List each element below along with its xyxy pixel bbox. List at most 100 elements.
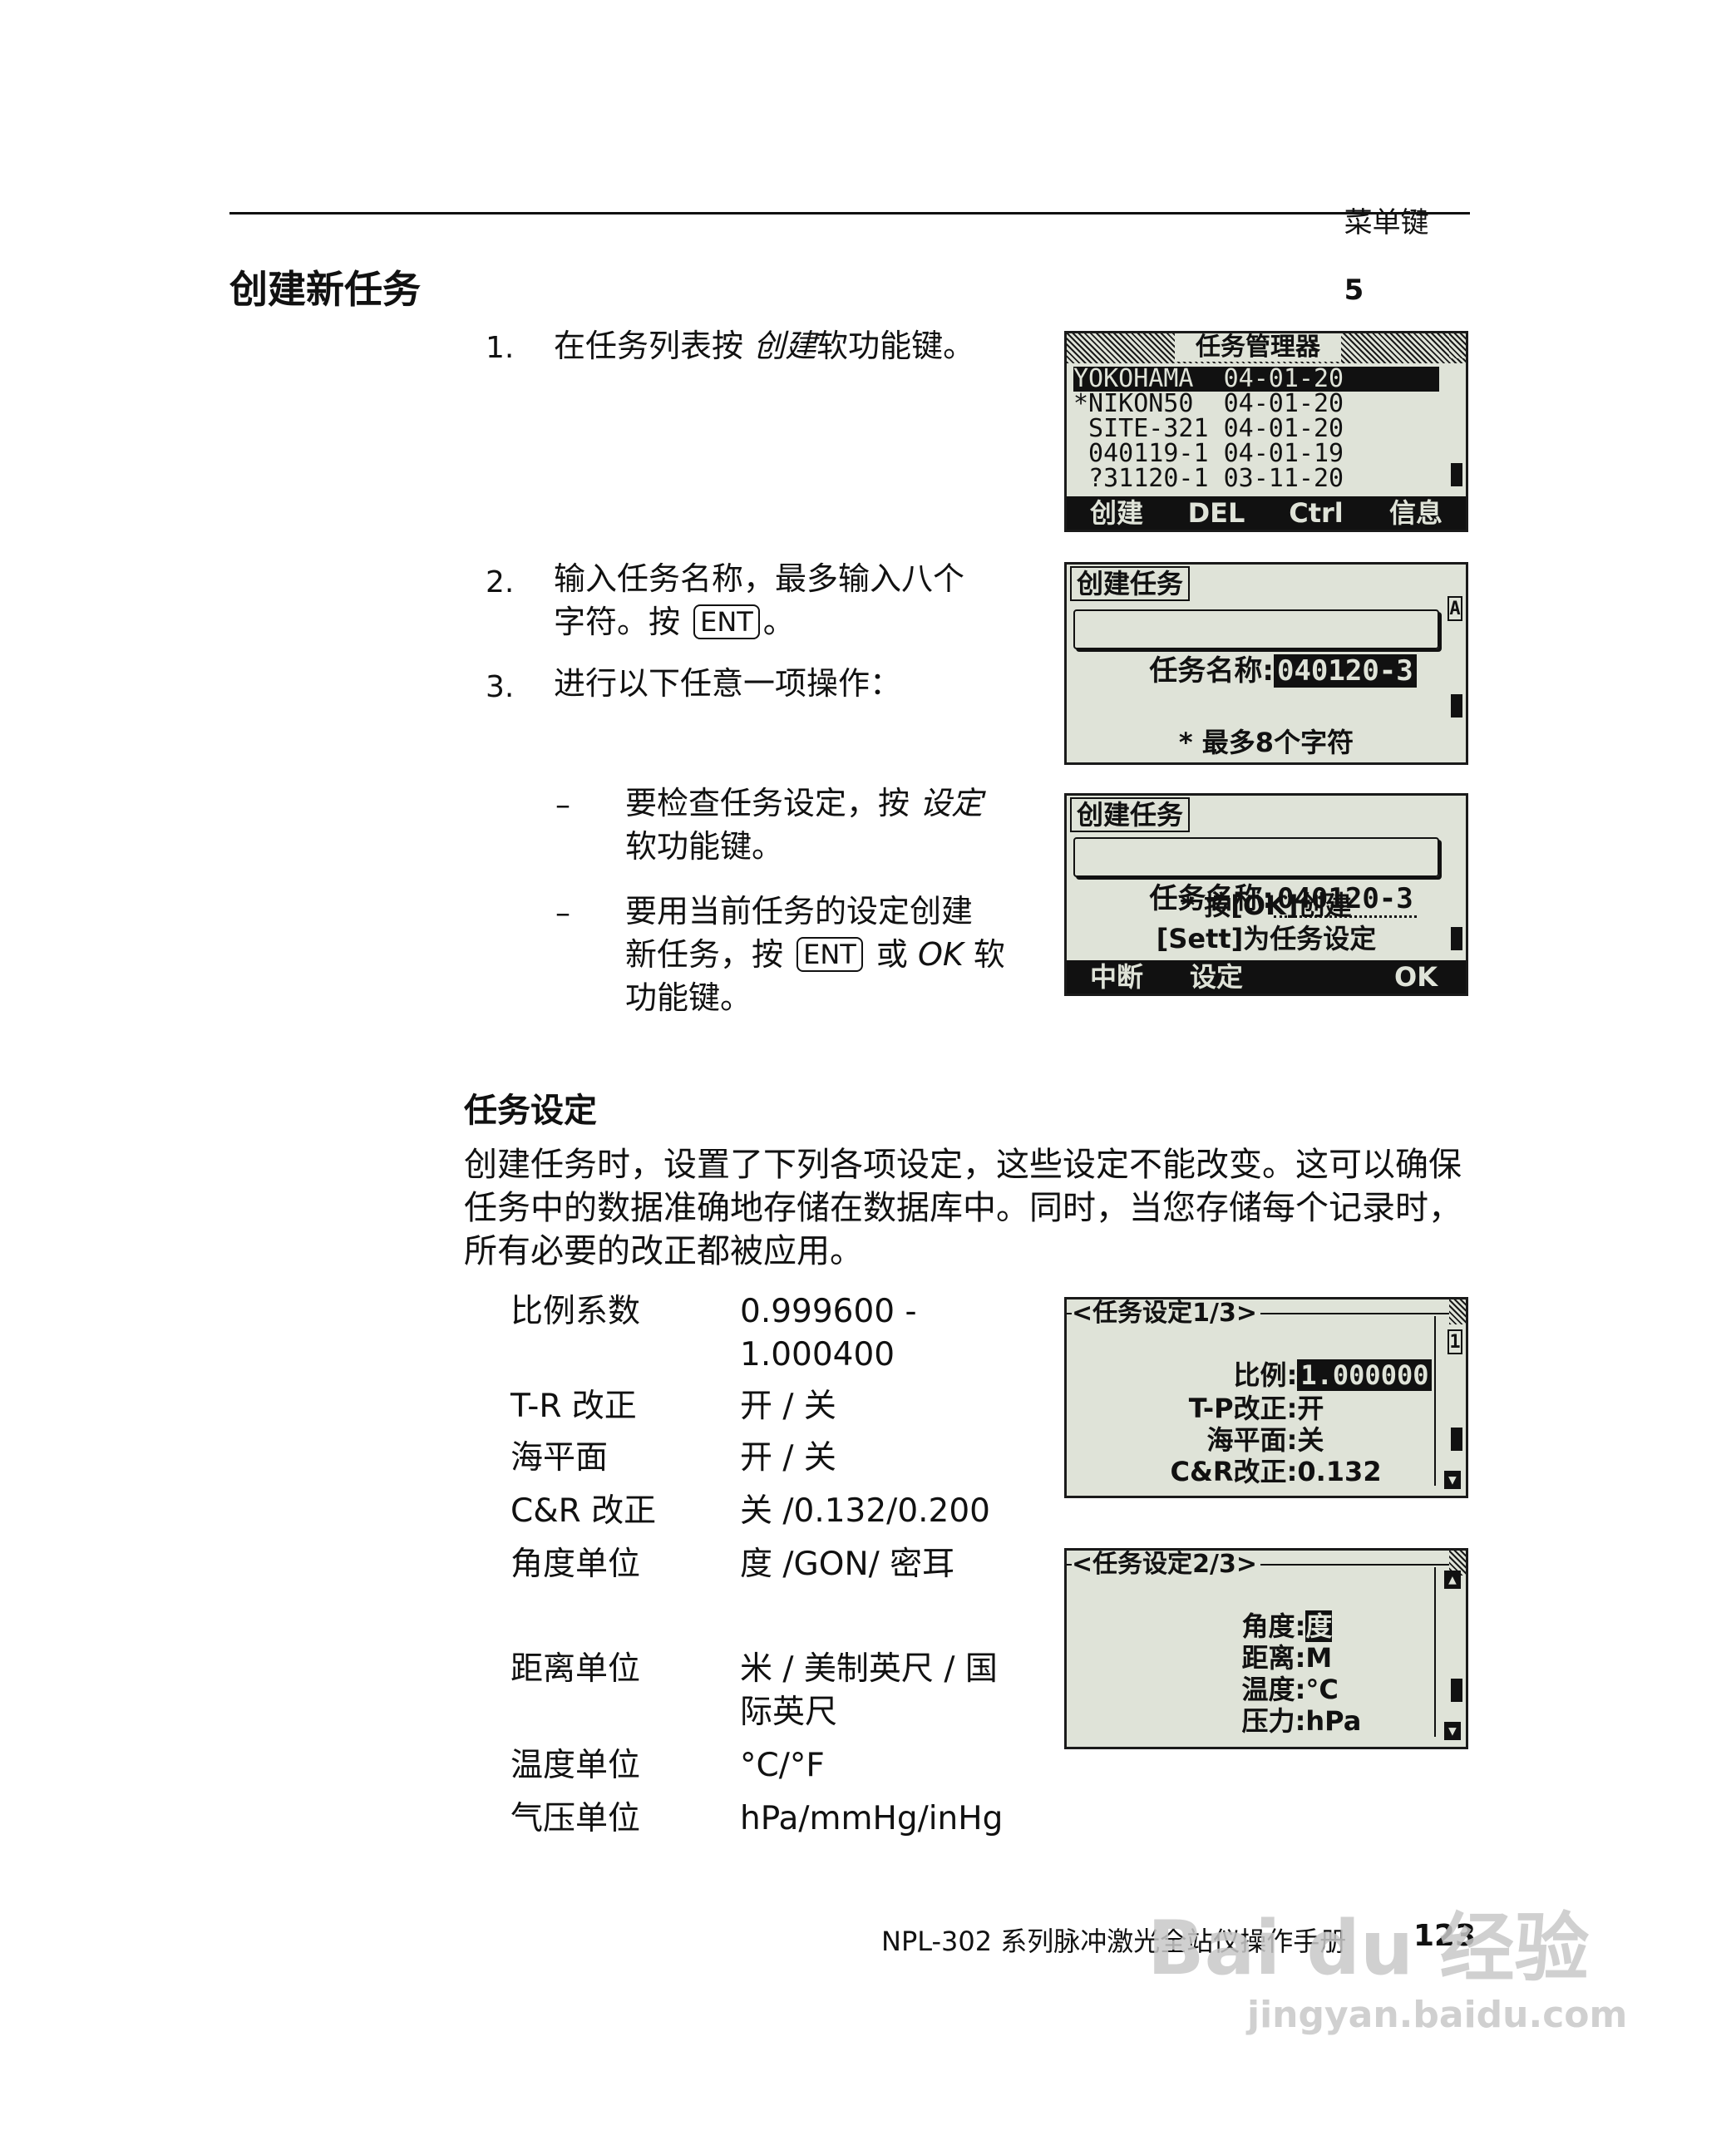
sub-step-2-line-3: 功能键。	[625, 979, 752, 1016]
lcd-job-settings-1: <任务设定1/3> 1 比例: 1.000000 T-P改正:开 海平面:关 C&…	[1064, 1297, 1468, 1498]
sub-step-2-or: 或	[866, 936, 918, 973]
setting-colon: :	[1286, 1456, 1298, 1487]
header-rule	[229, 212, 1470, 215]
spec-value: hPa/mmHg/inHg	[740, 1800, 1004, 1837]
input-mode-icon: A	[1447, 596, 1462, 621]
job-name-field[interactable]: 任务名称: 040120-3	[1073, 837, 1439, 918]
lcd-create-job-confirm: 创建任务 任务名称: 040120-3 * 按[OK]创建 [Sett]为任务设定…	[1064, 793, 1468, 996]
softkey-ok[interactable]: OK	[1366, 960, 1466, 994]
sub-step-2-em: OK	[917, 936, 964, 973]
softkey-del[interactable]: DEL	[1166, 496, 1266, 530]
spec-value: 0.999600 -	[740, 1293, 917, 1330]
scroll-down-icon[interactable]: ▼	[1444, 1722, 1461, 1740]
watermark-logo: Bai du 经验	[1147, 1905, 1590, 1992]
ent-key: ENT	[693, 604, 760, 639]
lcd-scroll-track	[1434, 1567, 1436, 1737]
header-section-title: 菜单键	[1344, 206, 1429, 239]
lcd-tab: 创建任务	[1070, 566, 1191, 601]
step-3-text: 进行以下任意一项操作：	[554, 665, 902, 702]
spec-value: 米 / 美制英尺 / 国	[740, 1650, 998, 1688]
scroll-down-icon[interactable]: ▼	[1444, 1471, 1461, 1489]
setting-value[interactable]: hPa	[1305, 1705, 1361, 1737]
job-row: YOKOHAMA 04-01-20	[1073, 367, 1439, 392]
input-mode-icon: 1	[1447, 1329, 1462, 1354]
spec-value: 度 /GON/ 密耳	[740, 1546, 955, 1583]
step-2-line-1: 输入任务名称，最多输入八个	[554, 560, 965, 597]
setting-label: 压力	[1241, 1705, 1295, 1737]
header-chapter-number: 5	[1344, 274, 1364, 307]
step-2-end: 。	[762, 604, 795, 640]
spec-label: 角度单位	[510, 1546, 641, 1583]
job-name-field[interactable]: 任务名称: 040120-3	[1073, 609, 1439, 688]
job-row: SITE-321 04-01-20	[1073, 414, 1344, 443]
lcd-scroll-track	[1434, 1316, 1436, 1486]
setting-value[interactable]: 0.132	[1297, 1456, 1381, 1487]
ent-key: ENT	[796, 937, 863, 972]
sub-step-1-line-1: 要检查任务设定，按 设定	[625, 782, 983, 825]
lcd-create-job: 创建任务 任务名称: 040120-3 A * 最多8个字符	[1064, 562, 1468, 765]
subsection-heading: 任务设定	[464, 1092, 597, 1130]
step-1-text: 在任务列表按 创建软功能键。	[554, 324, 974, 367]
softkey-settings[interactable]: 设定	[1166, 960, 1266, 994]
watermark-url: jingyan.baidu.com	[1247, 1994, 1628, 2036]
sub-step-2-end: 软	[963, 936, 1005, 973]
job-row: *NIKON50 04-01-20	[1073, 389, 1344, 418]
running-header: 菜单键 5	[1326, 166, 1429, 307]
sub-step-1-line-2: 软功能键。	[625, 828, 784, 865]
lcd-msg-1: * 按[OK]创建	[1181, 890, 1352, 921]
job-row: ?31120-1 03-11-20	[1073, 464, 1344, 493]
battery-icon	[1451, 460, 1462, 486]
setting-colon: :	[1295, 1705, 1306, 1737]
lcd-title: <任务设定1/3>	[1072, 1299, 1260, 1328]
softkey-bar: 创建 DEL Ctrl 信息	[1067, 496, 1466, 530]
sub-step-dash: –	[555, 896, 570, 930]
spec-label: 气压单位	[510, 1800, 641, 1837]
lcd-hint: * 最多8个字符	[1178, 727, 1354, 758]
lcd-job-manager: 任务管理器 YOKOHAMA 04-01-20 *NIKON50 04-01-2…	[1064, 331, 1468, 532]
sub-step-2-text: 新任务，按	[625, 936, 794, 973]
softkey-create[interactable]: 创建	[1067, 496, 1166, 530]
battery-icon	[1451, 1424, 1462, 1451]
spec-label: 海平面	[510, 1439, 609, 1477]
lcd-title: <任务设定2/3>	[1072, 1551, 1260, 1579]
sub-step-2-line-2: 新任务，按 ENT 或 OK 软	[625, 933, 1005, 976]
battery-icon	[1451, 1675, 1462, 1702]
sub-step-dash: –	[555, 788, 570, 822]
spec-value: °C/°F	[740, 1747, 825, 1784]
spec-value: 1.000400	[740, 1336, 895, 1373]
softkey-ctrl[interactable]: Ctrl	[1266, 496, 1366, 530]
section-heading: 创建新任务	[229, 267, 421, 312]
lcd-title: 任务管理器	[1175, 333, 1341, 362]
step-1-softkey-em: 创建	[753, 328, 817, 364]
spec-label: 距离单位	[510, 1650, 641, 1688]
spec-label: 温度单位	[510, 1747, 641, 1784]
spec-value: 关 /0.132/0.200	[740, 1492, 990, 1530]
lcd-corner-hatch	[1449, 333, 1466, 358]
spec-value: 开 / 关	[740, 1439, 836, 1477]
sub-step-1-em: 设定	[920, 785, 984, 821]
field-label: 任务名称:	[1149, 654, 1274, 688]
spec-label: C&R 改正	[510, 1492, 657, 1530]
step-number: 3.	[486, 670, 515, 704]
step-2-text: 字符。按	[554, 604, 691, 640]
setting-label: C&R改正	[1170, 1456, 1287, 1487]
lcd-job-settings-2: <任务设定2/3> ▲ 角度:度 距离:M 温度:°C 压力:hPa ▼	[1064, 1548, 1468, 1749]
softkey-abort[interactable]: 中断	[1067, 960, 1166, 994]
setting-row: C&R改正:0.132	[1067, 1424, 1382, 1496]
job-name-value[interactable]: 040120-3	[1273, 654, 1417, 688]
scroll-up-icon[interactable]: ▲	[1444, 1571, 1461, 1589]
spec-value: 际英尺	[740, 1694, 838, 1731]
step-number: 2.	[486, 565, 515, 599]
battery-icon	[1451, 691, 1462, 718]
lcd-msg-2: [Sett]为任务设定	[1156, 923, 1377, 954]
job-row: 040119-1 04-01-19	[1073, 439, 1344, 468]
spec-label: 比例系数	[510, 1293, 641, 1330]
softkey-info[interactable]: 信息	[1366, 496, 1466, 530]
spec-value: 开 / 关	[740, 1388, 836, 1425]
sub-step-1-text: 要检查任务设定，按	[625, 785, 920, 821]
step-number: 1.	[486, 331, 515, 365]
setting-row: 压力:hPa	[1067, 1674, 1362, 1747]
sub-step-2-line-1: 要用当前任务的设定创建	[625, 893, 974, 930]
spec-label: T-R 改正	[510, 1388, 637, 1425]
lcd-corner-hatch	[1449, 1299, 1466, 1324]
